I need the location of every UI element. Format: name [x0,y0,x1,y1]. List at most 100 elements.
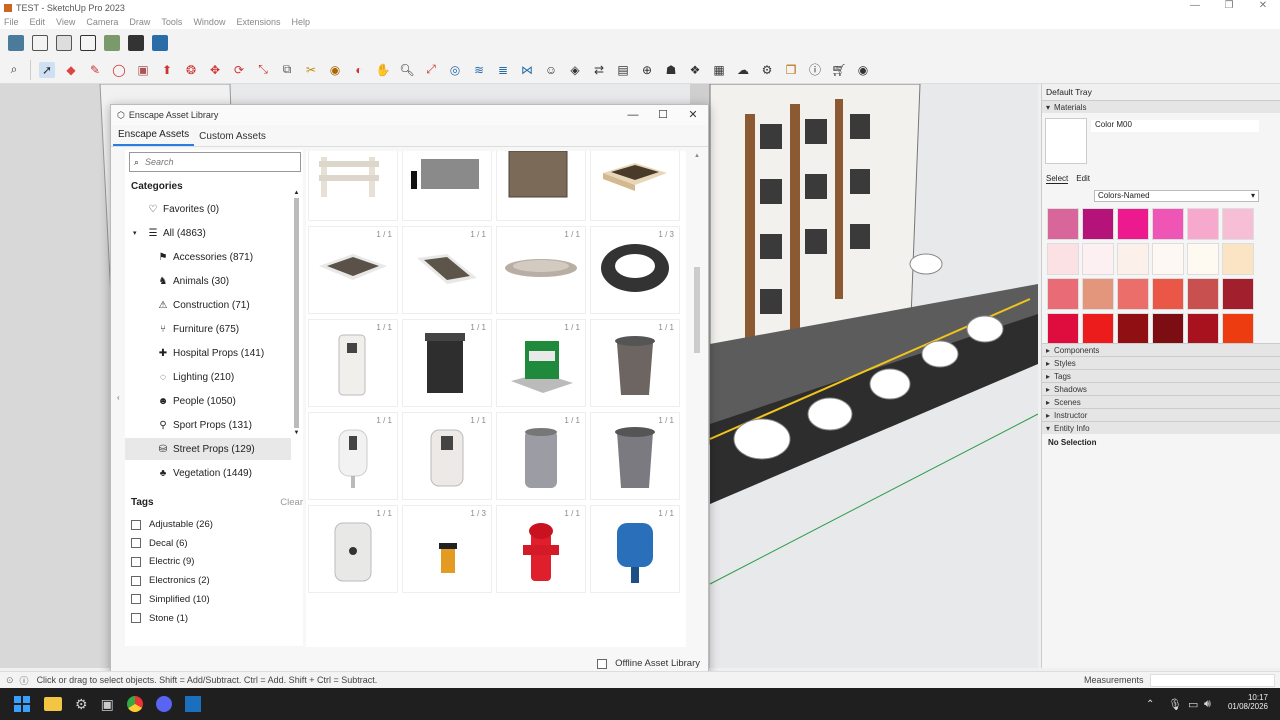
help-icon[interactable]: ⓘ [20,674,29,687]
panel-instructor[interactable]: ▸ Instructor [1042,408,1280,421]
select-tool-icon[interactable]: ➚ [39,61,55,78]
tag-checkbox[interactable] [131,538,141,549]
collapse-sidebar-icon[interactable]: ‹ [117,393,120,402]
tag-item[interactable]: Simplified (10) [131,591,210,608]
network-icon[interactable]: ▭ [1188,698,1198,711]
asset-tile[interactable]: 1 / 1 [590,505,680,593]
asset-tile[interactable]: 1 / 1 [308,505,398,593]
color-swatch[interactable] [1047,243,1079,275]
menu-tools[interactable]: Tools [161,17,182,27]
category-item[interactable]: ♡ Favorites (0) [125,198,291,220]
tag-checkbox[interactable] [131,556,141,567]
color-swatch[interactable] [1047,313,1079,345]
zoom-extents-icon[interactable]: ⤢ [423,62,439,78]
asset-tile[interactable]: 1 / 1 [590,412,680,500]
outliner-icon[interactable]: ❒ [783,62,799,78]
category-item[interactable]: ⚲ Sport Props (131) [125,414,291,436]
scroll-thumb[interactable] [694,267,700,353]
asset-tile[interactable]: 1 / 1 [402,151,492,221]
rectangle-tool-icon[interactable]: ▣ [135,62,151,78]
asset-tile[interactable]: 1 / 1 [496,412,586,500]
color-swatch[interactable] [1047,208,1079,240]
color-swatch[interactable] [1222,313,1254,345]
minimize-button[interactable]: — [1178,0,1212,11]
user-icon[interactable]: ◉ [855,62,871,78]
color-swatch[interactable] [1187,208,1219,240]
follow-me-icon[interactable]: ❂ [183,62,199,78]
zoom-icon[interactable]: 🔍︎ [399,62,415,78]
color-swatch[interactable] [1117,313,1149,345]
color-swatch[interactable] [1187,243,1219,275]
solid-tools-icon[interactable]: ⋈ [519,62,535,78]
eraser-icon[interactable]: ◆ [63,62,79,78]
panel-scenes[interactable]: ▸ Scenes [1042,395,1280,408]
asset-tile[interactable]: 1 / 1 [402,226,492,314]
close-button[interactable]: ✕ [1246,0,1280,11]
library-dropdown[interactable]: Colors-Named ▾ [1094,190,1259,202]
tab-enscape-assets[interactable]: Enscape Assets [113,125,195,146]
layers-icon[interactable]: ≣ [495,62,511,78]
asset-tile[interactable]: 1 / 1 [496,505,586,593]
pan-icon[interactable]: ✋ [375,62,391,78]
panel-components[interactable]: ▸ Components [1042,343,1280,356]
chevron-down-icon[interactable]: ▾ [133,229,137,237]
search-input[interactable] [145,157,286,167]
asset-tile[interactable]: 1 / 1 [402,412,492,500]
dialog-maximize-button[interactable]: ☐ [648,105,678,125]
menu-edit[interactable]: Edit [30,17,46,27]
category-item[interactable]: ♞ Animals (30) [125,270,291,292]
tab-edit[interactable]: Edit [1076,174,1090,184]
asset-tile[interactable]: 1 / 3 [590,226,680,314]
settings-icon[interactable]: ⚙ [759,62,775,78]
sandbox-icon[interactable]: ≋ [471,62,487,78]
menu-extensions[interactable]: Extensions [236,17,280,27]
wireframe-icon[interactable] [80,34,96,51]
dialog-close-button[interactable]: ✕ [678,105,708,125]
enscape-start-icon[interactable]: ◈ [567,62,583,78]
category-item[interactable]: ▾ ☰ All (4863) [125,222,291,244]
panel-styles[interactable]: ▸ Styles [1042,356,1280,369]
asset-tile[interactable]: 1 / 1 [308,412,398,500]
paint-bucket-icon[interactable]: ◉ [327,62,343,78]
shape-tool-icon[interactable]: ◯ [111,62,127,78]
top-view-icon[interactable] [32,34,48,51]
tape-measure-icon[interactable]: ✂ [303,62,319,78]
category-item[interactable]: ⛁ Street Props (129) [125,438,291,460]
category-item[interactable]: ♣ Vegetation (1449) [125,462,291,484]
iso-view-icon[interactable] [8,34,24,51]
menu-draw[interactable]: Draw [129,17,150,27]
menu-file[interactable]: File [4,17,19,27]
asset-tile[interactable]: 1 / 1 [402,319,492,407]
category-item[interactable]: ⑂ Furniture (675) [125,318,291,340]
clock[interactable]: 10:17 01/08/2026 [1222,693,1268,711]
add-icon[interactable]: ⊕ [639,62,655,78]
grid-icon[interactable]: ▦ [711,62,727,78]
asset-tile[interactable]: 1 / 1 [308,151,398,221]
color-swatch[interactable] [1082,208,1114,240]
tag-item[interactable]: Decal (6) [131,535,188,552]
menu-view[interactable]: View [56,17,75,27]
asset-library-icon[interactable]: ☗ [663,62,679,78]
tag-checkbox[interactable] [131,575,141,586]
shaded-icon[interactable] [104,34,120,51]
enscape-views-icon[interactable]: ▤ [615,62,631,78]
category-item[interactable]: ✚ Hospital Props (141) [125,342,291,364]
info-icon[interactable]: ⓘ [807,62,823,78]
category-item[interactable]: ⚑ Accessories (871) [125,246,291,268]
category-item[interactable]: ☻ People (1050) [125,390,291,412]
measurements-input[interactable] [1150,674,1275,687]
asset-tile[interactable]: 1 / 3 [402,505,492,593]
clear-tags-button[interactable]: Clear [280,497,303,508]
color-swatch[interactable] [1152,278,1184,310]
color-swatch[interactable] [1187,278,1219,310]
color-swatch[interactable] [1047,278,1079,310]
panel-entity-info[interactable]: ▾ Entity Info [1042,421,1280,434]
color-swatch[interactable] [1082,243,1114,275]
task-app-icon[interactable]: ▣ [101,696,114,713]
account-icon[interactable]: ☺ [543,62,559,78]
color-swatch[interactable] [1222,243,1254,275]
color-swatch[interactable] [1152,243,1184,275]
search-box[interactable]: ⌕ [129,152,301,172]
asset-grid-scrollbar[interactable]: ▲ [693,153,701,643]
cart-icon[interactable]: 🛒︎ [831,62,847,78]
